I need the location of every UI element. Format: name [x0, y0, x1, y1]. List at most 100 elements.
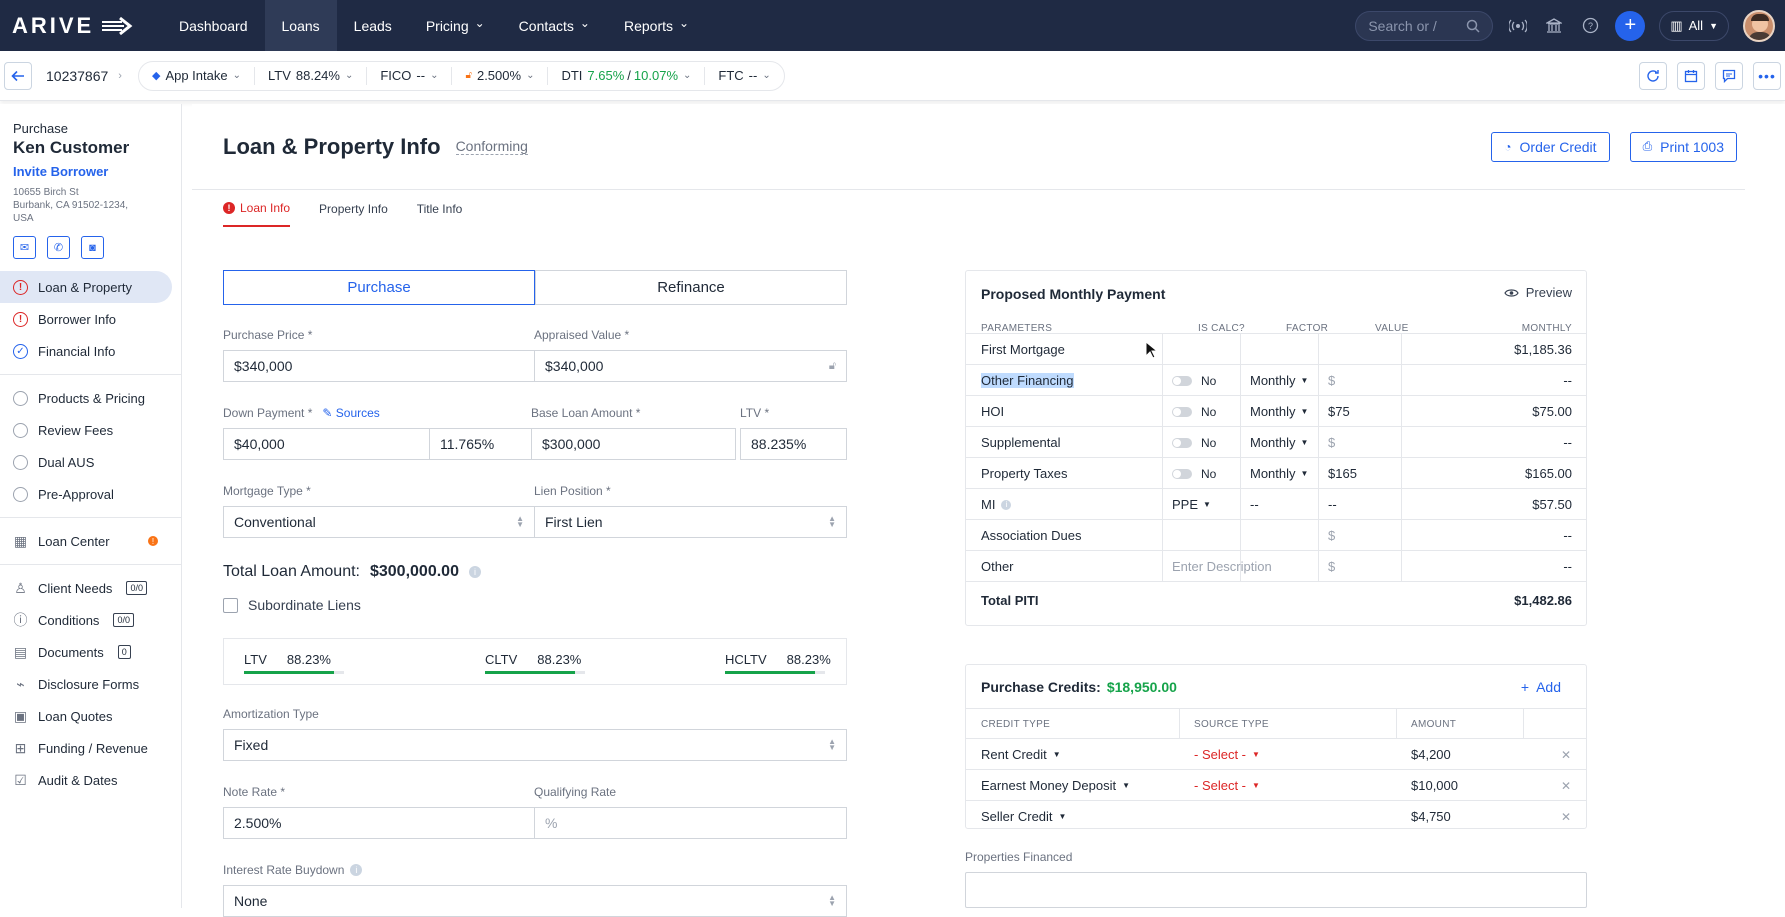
is-calc-toggle[interactable]: No [1172, 396, 1216, 427]
sidebar-item-pre-approval[interactable]: Pre-Approval [0, 478, 181, 510]
value-input[interactable]: $ [1328, 520, 1335, 551]
borrower-name[interactable]: Ken Customer [13, 138, 181, 158]
base-loan-input[interactable]: $300,000 [531, 428, 736, 460]
unlock-icon[interactable]: 🔓︎ [829, 360, 836, 373]
user-avatar[interactable] [1743, 9, 1775, 42]
value-input[interactable]: $165 [1328, 458, 1357, 489]
mi-source-dropdown[interactable]: PPE ▼ [1172, 489, 1211, 520]
order-credit-button[interactable]: ◔ Order Credit [1491, 131, 1610, 162]
credit-amount-input[interactable]: $4,200 [1411, 739, 1451, 770]
source-type-dropdown[interactable]: - Select - ▼ [1194, 770, 1260, 801]
credit-type-dropdown[interactable]: Seller Credit ▼ [981, 801, 1066, 832]
more-options-button[interactable]: ••• [1753, 61, 1781, 90]
is-calc-toggle[interactable]: No [1172, 427, 1216, 458]
help-icon[interactable]: ? [1579, 15, 1601, 37]
loan-program-label[interactable]: Conforming [455, 138, 528, 155]
invite-borrower-link[interactable]: Invite Borrower [13, 164, 181, 179]
remove-credit-button[interactable]: ✕ [1561, 739, 1571, 770]
properties-financed-input[interactable] [965, 872, 1587, 908]
back-button[interactable] [4, 61, 32, 90]
sidebar-item-loan-property[interactable]: ! Loan & Property [0, 271, 172, 303]
credit-amount-input[interactable]: $10,000 [1411, 770, 1458, 801]
search-input[interactable]: Search or / [1355, 10, 1494, 41]
nav-contacts[interactable]: Contacts ⌄ [502, 0, 607, 51]
sidebar-item-dual-aus[interactable]: Dual AUS [0, 446, 181, 478]
value-input[interactable]: $ [1328, 551, 1335, 582]
credit-amount-input[interactable]: $4,750 [1411, 801, 1451, 832]
refresh-button[interactable] [1639, 61, 1667, 90]
sms-button[interactable]: ◙ [81, 236, 104, 259]
sidebar-item-client-needs[interactable]: ♙ Client Needs 0/0 [0, 572, 181, 604]
qualifying-rate-input[interactable]: % [534, 807, 847, 839]
buydown-select[interactable]: None ▲ ▼ [223, 885, 847, 917]
sidebar-item-products-pricing[interactable]: Products & Pricing [0, 382, 181, 414]
refinance-toggle-button[interactable]: Refinance [535, 270, 847, 305]
factor-dropdown[interactable]: Monthly ▼ [1250, 396, 1308, 427]
amortization-select[interactable]: Fixed ▲ ▼ [223, 729, 847, 761]
value-input[interactable]: $75 [1328, 396, 1350, 427]
factor-dropdown[interactable]: Monthly ▼ [1250, 365, 1308, 396]
appraised-value-input[interactable]: $340,000 🔓︎ [534, 350, 847, 382]
fico-pill[interactable]: FICO -- ⌄ [367, 66, 453, 85]
value-input[interactable]: $ [1328, 365, 1335, 396]
credit-type-dropdown[interactable]: Rent Credit ▼ [981, 739, 1061, 770]
ltv-input[interactable]: 88.235% [740, 428, 847, 460]
down-payment-percent-input[interactable]: 11.765% [429, 428, 532, 460]
mortgage-type-select[interactable]: Conventional ▲ ▼ [223, 506, 535, 538]
is-calc-toggle[interactable]: No [1172, 365, 1216, 396]
purchase-price-input[interactable]: $340,000 [223, 350, 535, 382]
sidebar-item-disclosure-forms[interactable]: ⌁ Disclosure Forms [0, 668, 181, 700]
nav-reports[interactable]: Reports ⌄ [607, 0, 706, 51]
is-calc-toggle[interactable]: No [1172, 458, 1216, 489]
info-icon[interactable]: i [350, 864, 363, 876]
nav-leads[interactable]: Leads [337, 0, 409, 51]
tab-loan-info[interactable]: ! Loan Info [223, 201, 291, 227]
sidebar-item-loan-center[interactable]: ▦ Loan Center! [0, 525, 181, 557]
tab-property-info[interactable]: Property Info [319, 201, 388, 227]
sidebar-item-funding-revenue[interactable]: ⊞ Funding / Revenue [0, 732, 181, 764]
add-credit-button[interactable]: + Add [1521, 679, 1561, 695]
subordinate-liens-checkbox[interactable]: Subordinate Liens [223, 597, 361, 613]
remove-credit-button[interactable]: ✕ [1561, 770, 1571, 801]
sidebar-item-documents[interactable]: ▤ Documents 0 [0, 636, 181, 668]
broadcast-icon[interactable] [1507, 15, 1529, 37]
note-rate-input[interactable]: 2.500% [223, 807, 535, 839]
sidebar-item-financial-info[interactable]: ✓ Financial Info [0, 335, 181, 367]
bank-icon[interactable] [1543, 15, 1565, 37]
sidebar-item-conditions[interactable]: ⓘ Conditions 0/0 [0, 604, 181, 636]
value-input[interactable]: -- [1328, 489, 1337, 520]
nav-pricing[interactable]: Pricing ⌄ [409, 0, 502, 51]
dti-pill[interactable]: DTI 7.65%/10.07% ⌄ [548, 66, 706, 85]
tab-title-info[interactable]: Title Info [417, 201, 463, 227]
messages-button[interactable] [1715, 61, 1743, 90]
rate-pill[interactable]: 🔓︎ 2.500% ⌄ [452, 66, 549, 85]
ltv-pill[interactable]: LTV 88.24% ⌄ [255, 66, 368, 85]
credit-type-dropdown[interactable]: Earnest Money Deposit ▼ [981, 770, 1130, 801]
print-1003-button[interactable]: ⎙ Print 1003 [1629, 131, 1737, 162]
create-button[interactable]: + [1615, 10, 1646, 41]
sources-link[interactable]: ✎ Sources [322, 406, 379, 420]
lien-position-select[interactable]: First Lien ▲ ▼ [534, 506, 847, 538]
nav-dashboard[interactable]: Dashboard [162, 0, 265, 51]
preview-button[interactable]: Preview [1504, 285, 1572, 300]
value-input[interactable]: $ [1328, 427, 1335, 458]
info-icon[interactable]: i [468, 566, 481, 578]
ftc-pill[interactable]: FTC -- ⌄ [705, 67, 783, 85]
sidebar-item-audit-dates[interactable]: ☑ Audit & Dates [0, 764, 181, 796]
info-icon[interactable]: i [1001, 499, 1012, 510]
email-button[interactable]: ✉ [13, 236, 36, 259]
other-description-input[interactable]: Enter Description [1172, 551, 1272, 582]
sidebar-item-borrower-info[interactable]: ! Borrower Info [0, 303, 181, 335]
factor-dropdown[interactable]: Monthly ▼ [1250, 427, 1308, 458]
remove-credit-button[interactable]: ✕ [1561, 801, 1571, 832]
sidebar-item-loan-quotes[interactable]: ▣ Loan Quotes [0, 700, 181, 732]
arive-logo[interactable]: ARIVE [12, 13, 162, 39]
source-type-dropdown[interactable]: - Select - ▼ [1194, 739, 1260, 770]
calendar-button[interactable] [1677, 61, 1705, 90]
nav-loans[interactable]: Loans [264, 0, 337, 51]
purchase-toggle-button[interactable]: Purchase [223, 270, 535, 305]
sidebar-item-review-fees[interactable]: Review Fees [0, 414, 181, 446]
stage-pill[interactable]: ◆ App Intake ⌄ [139, 66, 255, 85]
call-button[interactable]: ✆ [47, 236, 70, 259]
factor-dropdown[interactable]: Monthly ▼ [1250, 458, 1308, 489]
